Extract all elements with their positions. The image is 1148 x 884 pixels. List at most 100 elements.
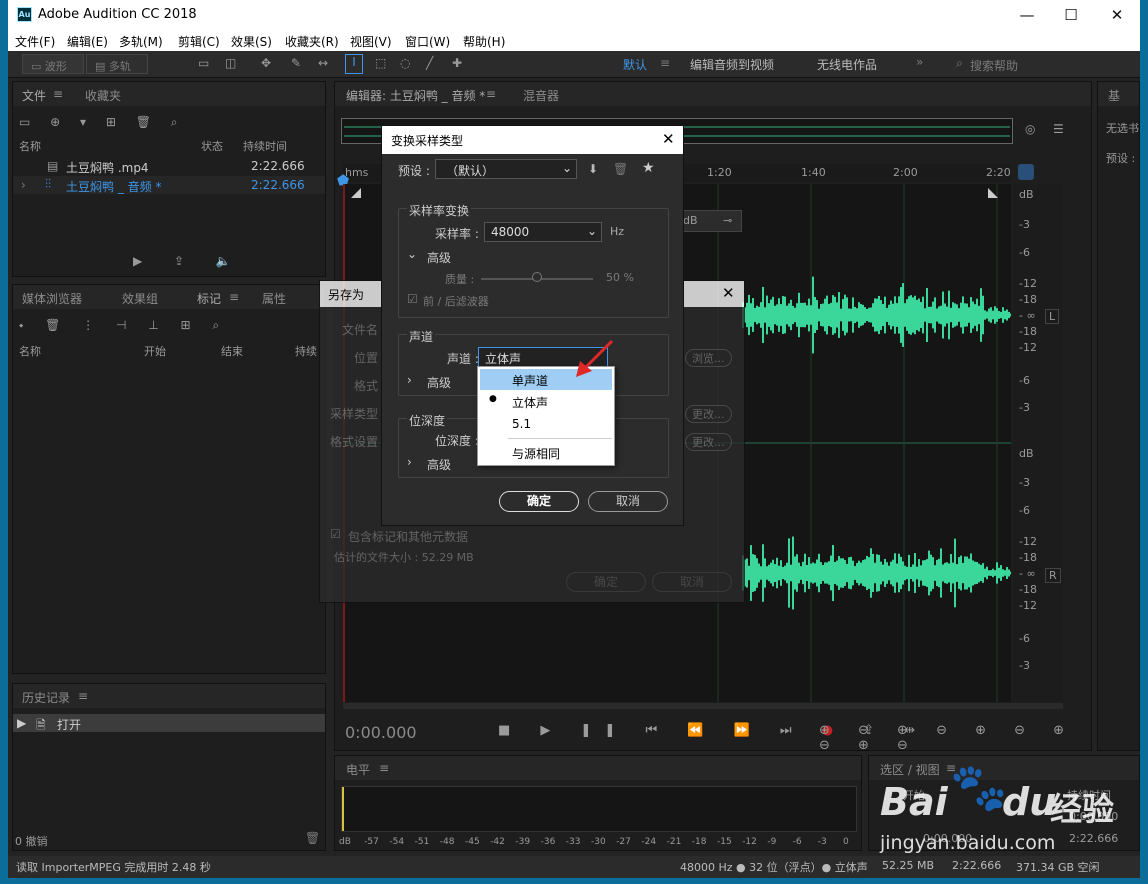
tab-media-browser[interactable]: 媒体浏览器 xyxy=(22,290,82,307)
panel-layout-icon[interactable]: ☰ xyxy=(1053,122,1064,136)
col-name[interactable]: 名称 xyxy=(19,138,41,154)
tab-markers[interactable]: 标记 xyxy=(197,290,221,307)
col-duration[interactable]: 持续 xyxy=(295,343,317,359)
file-row[interactable]: ▤ 土豆焖鸭 .mp4 2:22.666 xyxy=(13,157,325,175)
delete-history-icon[interactable]: 🗑 xyxy=(305,831,320,845)
menu-effects[interactable]: 效果(S) xyxy=(231,33,272,50)
maximize-button[interactable]: ☐ xyxy=(1058,4,1084,26)
panel-menu-icon[interactable]: ≡ xyxy=(229,290,239,304)
close-icon[interactable]: ✕ xyxy=(662,130,675,148)
panel-menu-icon[interactable]: ≡ xyxy=(53,87,63,101)
bd-advanced-label[interactable]: 高级 xyxy=(427,456,451,473)
preset-select[interactable]: （默认） ⌄ xyxy=(435,159,577,179)
col-name[interactable]: 名称 xyxy=(19,343,41,359)
quality-slider-thumb[interactable] xyxy=(532,272,542,282)
browse-button[interactable]: 浏览... xyxy=(685,349,732,367)
tab-effects-rack[interactable]: 效果组 xyxy=(122,290,158,307)
slip-tool-icon[interactable]: ↔ xyxy=(318,56,328,70)
pitch-icon[interactable]: ◫ xyxy=(225,56,236,70)
ch-advanced-label[interactable]: 高级 xyxy=(427,374,451,391)
razor-tool-icon[interactable]: ✎ xyxy=(291,56,301,70)
change-format-button[interactable]: 更改... xyxy=(685,433,732,451)
move-tool-icon[interactable]: ✥ xyxy=(261,56,271,70)
workspace-edit-video[interactable]: 编辑音频到视频 xyxy=(690,56,774,73)
time-selection-tool-icon[interactable]: I xyxy=(345,54,363,74)
minimize-button[interactable]: — xyxy=(1014,4,1040,26)
chevron-right-icon[interactable]: › xyxy=(407,455,412,469)
brush-tool-icon[interactable]: ╱ xyxy=(426,56,433,70)
tab-editor[interactable]: 编辑器: 土豆焖鸭 _ 音频 * xyxy=(346,87,485,104)
workspace-default[interactable]: 默认 xyxy=(623,56,647,73)
menu-favorites[interactable]: 收藏夹(R) xyxy=(285,33,339,50)
menu-multitrack[interactable]: 多轨(M) xyxy=(119,33,163,50)
marquee-tool-icon[interactable]: ⬚ xyxy=(375,56,386,70)
multitrack-view-button[interactable]: ▤ 多轨 xyxy=(86,54,148,74)
menu-file[interactable]: 文件(F) xyxy=(15,33,55,50)
include-markers-checkbox[interactable]: ☑ xyxy=(330,527,341,541)
tab-favorites[interactable]: 收藏夹 xyxy=(85,87,121,104)
workspace-menu-icon[interactable]: ≡ xyxy=(660,56,670,70)
channel-l-button[interactable]: L xyxy=(1045,309,1060,324)
zoom-controls[interactable]: ⊕ ⊖ ⊕ ⊖ ⊕ ⊖ ⊕ ⊖ ⊕ ⊖ xyxy=(819,723,1091,753)
tab-files[interactable]: 文件 xyxy=(22,87,46,104)
change-sample-type-button[interactable]: 更改... xyxy=(685,405,732,423)
chevron-down-icon[interactable]: ⌄ xyxy=(407,247,417,261)
spectral-icon[interactable]: ▭ xyxy=(198,56,209,70)
tab-properties[interactable]: 属性 xyxy=(262,290,286,307)
markers-toolbar-icons[interactable]: ⬩ 🗑 ⋮ ⊣ ⊥ ⊞ ⌕ xyxy=(19,318,228,333)
paw-logo-icon: 🐾 xyxy=(950,760,1008,814)
col-end[interactable]: 结束 xyxy=(221,343,243,359)
healing-tool-icon[interactable]: ✚ xyxy=(452,56,462,70)
more-workspaces-icon[interactable]: » xyxy=(916,55,923,69)
history-item[interactable]: ▶ 🗎 打开 xyxy=(13,714,325,732)
horizontal-scrollbar[interactable] xyxy=(343,703,1063,709)
level-scale-label: -45 xyxy=(465,837,480,847)
waveform-view-button[interactable]: ▭ 波形 xyxy=(22,54,84,74)
menu-help[interactable]: 帮助(H) xyxy=(463,33,505,50)
save-preset-icon[interactable]: ⬇ xyxy=(588,162,598,176)
col-duration[interactable]: 持续时间 xyxy=(243,138,287,154)
zoom-reset-icon[interactable]: ◎ xyxy=(1025,122,1035,136)
watermark-url: jingyan.baidu.com xyxy=(880,832,1056,854)
tab-mixer[interactable]: 混音器 xyxy=(523,87,559,104)
close-icon[interactable]: ✕ xyxy=(722,284,735,302)
panel-menu-icon[interactable]: ≡ xyxy=(78,689,88,703)
search-help-input[interactable]: 搜索帮助 xyxy=(970,57,1018,74)
files-toolbar-icons[interactable]: ▭ ⊕ ▾ ⊞ 🗑 ⌕ xyxy=(19,115,186,130)
expand-icon[interactable]: › xyxy=(21,178,26,192)
sr-advanced-label[interactable]: 高级 xyxy=(427,249,451,266)
save-ok-button[interactable]: 确定 xyxy=(566,572,646,592)
panel-menu-icon[interactable]: ≡ xyxy=(379,761,389,775)
menu-item-5-1[interactable]: 5.1 xyxy=(512,417,531,431)
col-start[interactable]: 开始 xyxy=(144,343,166,359)
panel-menu-icon[interactable]: ≡ xyxy=(486,87,496,101)
lasso-tool-icon[interactable]: ◌ xyxy=(400,56,410,70)
menu-item-same-as-source[interactable]: 与源相同 xyxy=(512,445,560,462)
menu-clip[interactable]: 剪辑(C) xyxy=(178,33,220,50)
menu-item-mono[interactable]: 单声道 xyxy=(512,372,548,389)
level-meter xyxy=(341,786,857,832)
close-button[interactable]: ✕ xyxy=(1104,4,1130,26)
favorite-star-icon[interactable]: ★ xyxy=(642,160,655,176)
file-playback-icons[interactable]: ▶ ⇪ 🔈 xyxy=(133,254,245,268)
workspace-radio[interactable]: 无线电作品 xyxy=(817,56,877,73)
tab-essential[interactable]: 基 xyxy=(1108,87,1120,104)
save-cancel-button[interactable]: 取消 xyxy=(652,572,732,592)
hud-volume[interactable]: dB ⊸ xyxy=(678,210,742,232)
file-row[interactable]: › ⫶⫶ 土豆焖鸭 _ 音频 * 2:22.666 xyxy=(13,176,325,194)
menu-separator xyxy=(508,438,612,439)
convert-cancel-button[interactable]: 取消 xyxy=(588,491,668,512)
convert-ok-button[interactable]: 确定 xyxy=(499,491,579,512)
menu-window[interactable]: 窗口(W) xyxy=(405,33,450,50)
col-status[interactable]: 状态 xyxy=(201,138,223,154)
menu-view[interactable]: 视图(V) xyxy=(350,33,392,50)
channel-r-button[interactable]: R xyxy=(1045,568,1061,583)
delete-preset-icon[interactable]: 🗑 xyxy=(613,162,628,176)
menu-edit[interactable]: 编辑(E) xyxy=(67,33,108,50)
prefilter-checkbox[interactable]: ☑ xyxy=(407,292,418,306)
chevron-right-icon[interactable]: › xyxy=(407,373,412,387)
link-icon[interactable] xyxy=(1018,164,1034,180)
sample-rate-select[interactable]: 48000 ⌄ xyxy=(484,222,602,242)
menu-item-stereo[interactable]: 立体声 xyxy=(512,394,548,411)
pin-icon[interactable]: ⊸ xyxy=(723,214,732,227)
